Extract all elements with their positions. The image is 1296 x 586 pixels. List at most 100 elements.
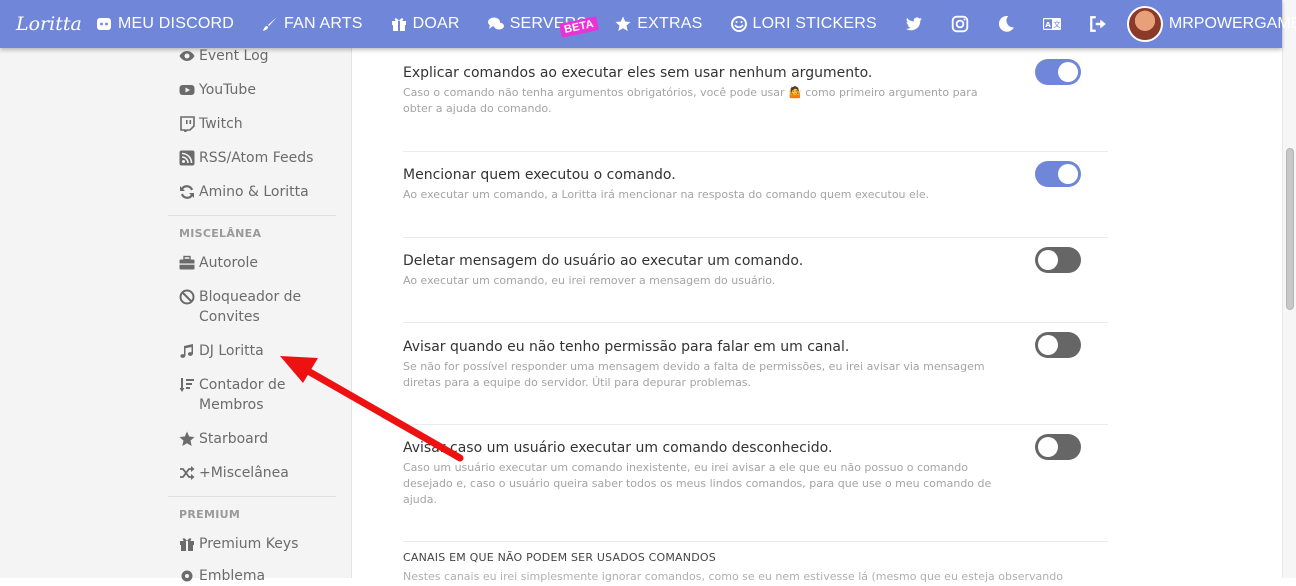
sidebar-item-label: Autorole [199, 255, 259, 271]
sidebar-item-miscellaneous[interactable]: +Miscelânea [179, 463, 329, 483]
sidebar-item-label: Event Log [199, 48, 269, 64]
nav-label: DOAR [412, 15, 460, 32]
top-navbar: Loritta MEU DISCORD FAN ARTS DOAR SERVER… [0, 0, 1296, 48]
page-scrollbar[interactable] [1282, 0, 1296, 578]
youtube-icon [179, 85, 195, 95]
sidebar-item-label: DJ Loritta [199, 343, 264, 359]
sidebar-item-youtube[interactable]: YouTube [179, 80, 329, 100]
instagram-link[interactable] [937, 0, 983, 48]
setting-title: Avisar caso um usuário executar um coman… [403, 440, 833, 456]
nav-label: FAN ARTS [283, 15, 363, 32]
nav-label: LORI STICKERS [752, 15, 877, 32]
sidebar-item-label: Premium Keys [199, 536, 299, 552]
sidebar-item-event-log[interactable]: Event Log [179, 46, 329, 66]
blocked-channels-header: CANAIS EM QUE NÃO PODEM SER USADOS COMAN… [403, 551, 716, 564]
nav-doar[interactable]: DOAR [377, 0, 474, 48]
sort-icon [179, 378, 194, 392]
instagram-icon [951, 15, 969, 33]
setting-mention-user: Mencionar quem executou o comando. Ao ex… [403, 167, 1108, 203]
sidebar-item-label: Starboard [199, 431, 269, 447]
sidebar-item-label: Amino & Loritta [199, 184, 309, 200]
brand-logo[interactable]: Loritta [0, 13, 82, 35]
twitter-link[interactable] [891, 0, 937, 48]
setting-title: Explicar comandos ao executar eles sem u… [403, 65, 873, 81]
setting-delete-message: Deletar mensagem do usuário ao executar … [403, 253, 1108, 289]
sidebar-item-label: RSS/Atom Feeds [199, 150, 314, 166]
toggle-explain-commands[interactable] [1035, 59, 1081, 85]
logout-button[interactable] [1075, 0, 1121, 48]
svg-text:文: 文 [1053, 20, 1060, 29]
sidebar-item-amino[interactable]: Amino & Loritta [179, 182, 329, 202]
twitch-icon [180, 116, 195, 132]
language-icon: A文 [1042, 17, 1061, 31]
nav-fan-arts[interactable]: FAN ARTS [248, 0, 377, 48]
sidebar-item-label: Emblema [199, 568, 266, 584]
cog-icon [181, 570, 193, 582]
nav-meu-discord[interactable]: MEU DISCORD [82, 0, 248, 48]
sidebar-item-dj-loritta[interactable]: DJ Loritta [179, 341, 329, 361]
dark-mode-toggle[interactable] [983, 0, 1029, 48]
setting-explain-commands: Explicar comandos ao executar eles sem u… [403, 65, 1108, 117]
main-content: Explicar comandos ao executar eles sem u… [353, 48, 1282, 583]
comments-icon [487, 17, 504, 30]
setting-title: Avisar quando eu não tenho permissão par… [403, 339, 850, 355]
sidebar-item-emblema[interactable]: Emblema [179, 566, 329, 586]
sidebar-item-rss[interactable]: RSS/Atom Feeds [179, 148, 329, 168]
toggle-warn-unknown-command[interactable] [1035, 434, 1081, 460]
nav-lori-stickers[interactable]: LORI STICKERS [717, 0, 891, 48]
divider [403, 424, 1108, 425]
sidebar-divider [168, 496, 336, 497]
sidebar-item-premium-keys[interactable]: Premium Keys [179, 534, 329, 554]
ban-icon [179, 289, 195, 305]
navbar-right: A文 MRPOWERGAMERBR [891, 0, 1296, 48]
toggle-delete-message[interactable] [1035, 247, 1081, 273]
gift-icon [391, 18, 406, 31]
music-icon [180, 344, 193, 358]
nav-extras[interactable]: EXTRAS [601, 0, 716, 48]
divider [403, 151, 1108, 152]
setting-description: Caso um usuário executar um comando inex… [403, 461, 992, 506]
discord-icon [97, 18, 111, 30]
sidebar-item-member-counter[interactable]: Contador de Membros [179, 375, 329, 415]
language-selector[interactable]: A文 [1029, 0, 1075, 48]
user-menu[interactable]: MRPOWERGAMERBR [1121, 0, 1296, 48]
gift-icon [180, 538, 194, 551]
briefcase-icon [179, 255, 195, 270]
sidebar-item-autorole[interactable]: Autorole [179, 253, 329, 273]
setting-title: Deletar mensagem do usuário ao executar … [403, 253, 804, 269]
nav-servers[interactable]: SERVERS BETA [474, 0, 602, 48]
twitter-icon [905, 17, 922, 31]
toggle-knob [1058, 164, 1078, 184]
sidebar-item-label: Bloqueador de Convites [199, 289, 302, 325]
sidebar-section-header: MISCELÂNEA [179, 227, 262, 240]
toggle-knob [1038, 250, 1058, 270]
setting-title: Mencionar quem executou o comando. [403, 167, 676, 183]
toggle-warn-no-permission[interactable] [1035, 332, 1081, 358]
username: MRPOWERGAMERBR [1168, 15, 1296, 32]
avatar [1126, 6, 1163, 42]
divider [403, 237, 1108, 238]
moon-icon [998, 15, 1014, 32]
svg-text:A: A [1045, 20, 1051, 29]
toggle-knob [1058, 62, 1078, 82]
setting-description: Ao executar um comando, a Loritta irá me… [403, 188, 930, 201]
page-scrollbar-thumb[interactable] [1286, 148, 1294, 310]
sidebar-item-invite-blocker[interactable]: Bloqueador de Convites [179, 287, 329, 327]
sidebar-item-starboard[interactable]: Starboard [179, 429, 329, 449]
star-icon [615, 16, 631, 31]
sidebar-item-twitch[interactable]: Twitch [179, 114, 329, 134]
random-icon [180, 466, 195, 480]
toggle-mention-user[interactable] [1035, 161, 1081, 187]
sidebar-item-label: Twitch [199, 116, 243, 132]
star-icon [179, 431, 195, 446]
sidebar-item-label: +Miscelânea [199, 465, 289, 481]
toggle-knob [1038, 437, 1058, 457]
rss-icon [179, 150, 195, 166]
setting-description: Se não for possível responder uma mensag… [403, 360, 985, 389]
setting-warn-unknown-command: Avisar caso um usuário executar um coman… [403, 440, 1108, 508]
blocked-channels-description: Nestes canais eu irei simplesmente ignor… [403, 570, 1063, 583]
sidebar-item-label: YouTube [199, 82, 256, 98]
setting-description: Caso o comando não tenha argumentos obri… [403, 86, 978, 115]
eye-icon [179, 51, 195, 61]
sync-icon [180, 185, 194, 199]
